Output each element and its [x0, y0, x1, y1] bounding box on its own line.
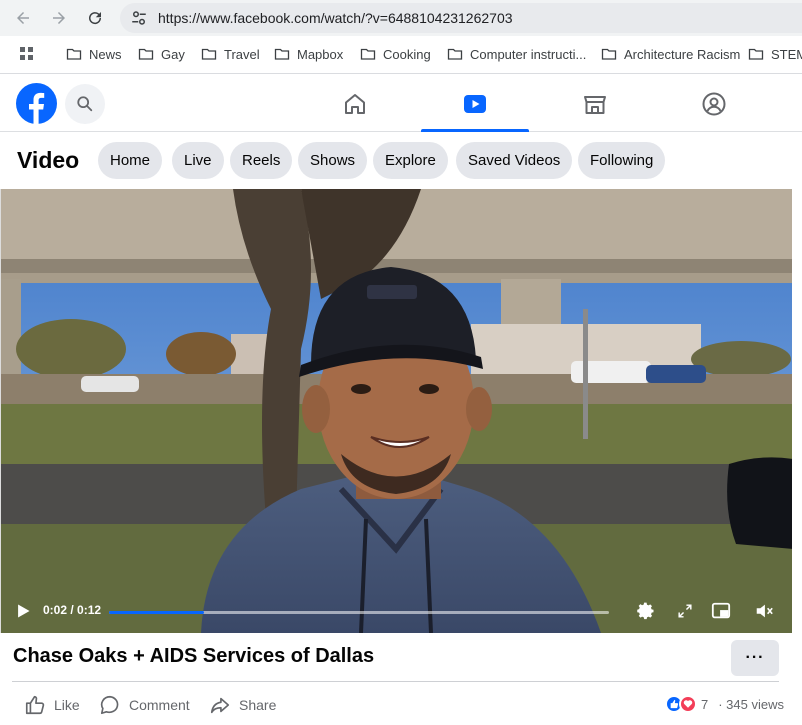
bookmark-gay[interactable]: Gay — [138, 46, 185, 62]
bookmark-computer-instructions[interactable]: Computer instructi... — [447, 46, 586, 62]
bookmark-label: News — [89, 46, 122, 62]
apps-icon[interactable] — [19, 46, 35, 62]
tab-watch[interactable] — [421, 75, 529, 132]
like-label: Like — [54, 697, 80, 713]
video-time: 0:02 / 0:12 — [43, 603, 102, 617]
reaction-count[interactable]: 7 — [701, 697, 708, 712]
like-button[interactable]: Like — [24, 694, 80, 716]
facebook-logo-icon[interactable] — [16, 83, 57, 124]
video-player[interactable]: 0:02 / 0:12 — [0, 189, 792, 633]
mute-icon[interactable] — [753, 600, 775, 622]
pill-reels[interactable]: Reels — [230, 142, 293, 179]
comment-icon — [100, 695, 119, 715]
fullscreen-icon[interactable] — [674, 600, 696, 622]
pill-shows[interactable]: Shows — [298, 142, 368, 179]
comment-button[interactable]: Comment — [99, 694, 190, 716]
view-count: · 345 views — [718, 696, 784, 712]
url-text[interactable]: https://www.facebook.com/watch/?v=648810… — [158, 10, 513, 26]
pill-explore[interactable]: Explore — [373, 142, 448, 179]
progress-bar[interactable] — [109, 611, 609, 614]
tab-marketplace[interactable] — [541, 75, 649, 132]
facebook-header — [0, 75, 802, 132]
video-title: Chase Oaks + AIDS Services of Dallas — [13, 645, 375, 667]
thumbs-up-icon — [25, 695, 45, 715]
address-bar[interactable]: https://www.facebook.com/watch/?v=648810… — [120, 3, 802, 33]
bookmark-mapbox[interactable]: Mapbox — [274, 46, 343, 62]
folder-icon — [66, 48, 82, 60]
bookmark-news[interactable]: News — [66, 46, 122, 62]
play-icon[interactable] — [12, 600, 34, 622]
pill-saved-videos[interactable]: Saved Videos — [456, 142, 573, 179]
progress-fill — [109, 611, 204, 614]
bookmark-label: Architecture Racism — [624, 46, 741, 62]
home-icon — [345, 93, 365, 114]
folder-icon — [201, 48, 217, 60]
folder-icon — [748, 48, 764, 60]
bookmark-label: Gay — [161, 46, 185, 62]
reactions-summary[interactable]: 7 · 345 views — [665, 695, 784, 713]
folder-icon — [274, 48, 290, 60]
miniplayer-icon[interactable] — [710, 600, 732, 622]
bookmark-architecture-racism[interactable]: Architecture Racism — [601, 46, 740, 62]
settings-gear-icon[interactable] — [635, 600, 657, 622]
video-header: Video Home Live Reels Shows Explore Save… — [0, 133, 802, 189]
folder-icon — [138, 48, 154, 60]
share-button[interactable]: Share — [209, 694, 276, 716]
bookmark-label: Travel — [224, 46, 260, 62]
tab-groups[interactable] — [660, 75, 768, 132]
watch-video-icon — [464, 94, 486, 113]
browser-toolbar: https://www.facebook.com/watch/?v=648810… — [0, 0, 802, 36]
folder-icon — [360, 48, 376, 60]
bookmark-label: Mapbox — [297, 46, 344, 62]
folder-icon — [447, 48, 463, 60]
pill-home[interactable]: Home — [98, 142, 163, 179]
share-label: Share — [239, 697, 277, 713]
more-options-button[interactable]: ··· — [731, 640, 779, 676]
pill-following[interactable]: Following — [578, 142, 666, 179]
reload-icon[interactable] — [84, 7, 106, 29]
forward-icon[interactable] — [48, 7, 70, 29]
bookmark-label: Computer instructi... — [470, 46, 587, 62]
tab-home[interactable] — [301, 75, 409, 132]
page-title: Video — [17, 147, 80, 173]
groups-icon — [702, 92, 726, 115]
folder-icon — [601, 48, 617, 60]
video-controls: 0:02 / 0:12 — [1, 589, 792, 633]
bookmarks-bar: News Gay Travel Mapbox Cooking Computer … — [0, 36, 802, 74]
search-icon[interactable] — [65, 84, 105, 124]
pill-live[interactable]: Live — [172, 142, 224, 179]
bookmark-label: Cooking — [383, 46, 431, 62]
divider — [12, 681, 779, 682]
site-settings-icon[interactable] — [130, 9, 148, 27]
back-icon[interactable] — [12, 7, 34, 29]
comment-label: Comment — [129, 697, 190, 713]
marketplace-icon — [584, 95, 606, 114]
bookmark-label: STEM — [771, 46, 802, 62]
bookmark-stem[interactable]: STEM — [748, 46, 802, 62]
video-frame — [1, 189, 792, 633]
share-icon — [210, 697, 230, 714]
bookmark-travel[interactable]: Travel — [201, 46, 260, 62]
love-reaction-icon — [679, 695, 697, 713]
bookmark-cooking[interactable]: Cooking — [360, 46, 431, 62]
